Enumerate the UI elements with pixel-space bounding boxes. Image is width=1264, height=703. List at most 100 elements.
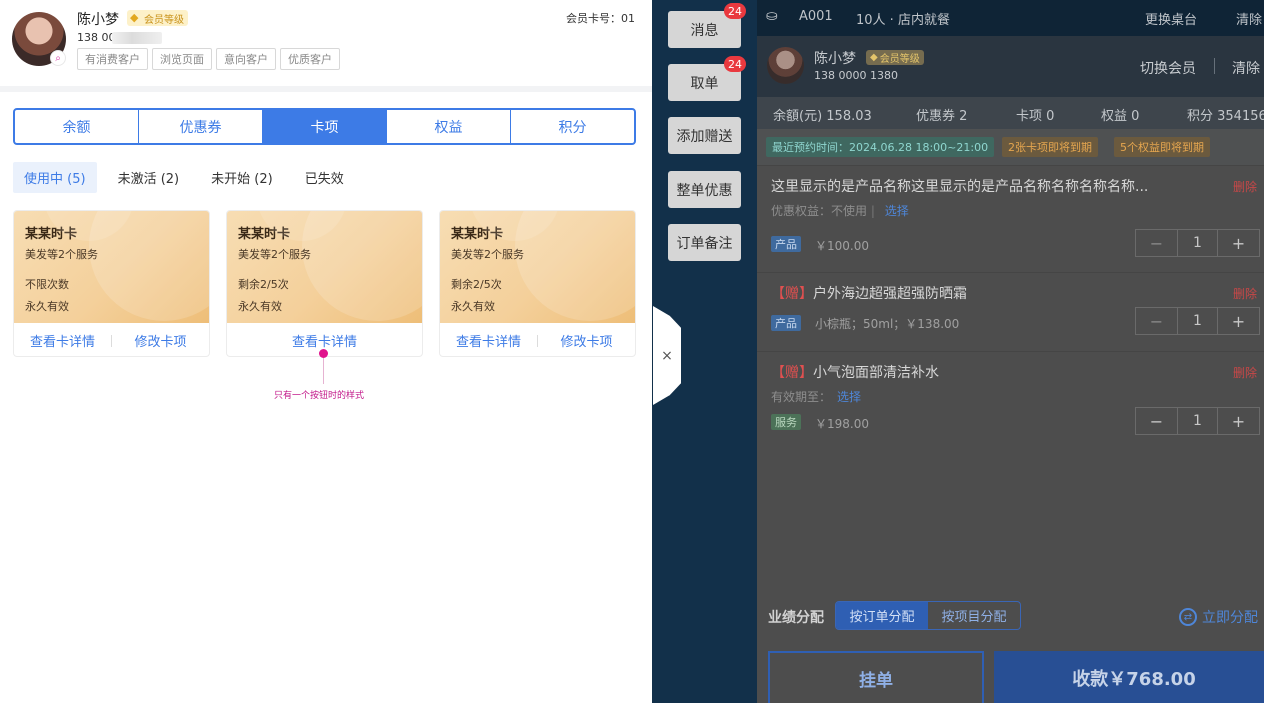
stat-coupons[interactable]: 优惠券 2 <box>916 105 967 124</box>
card-validity: 永久有效 <box>25 300 69 313</box>
member-header: ⌕ 陈小梦 ◆ 会员等级 138 00 有消费客户 浏览页面 意向客户 优质客户… <box>0 0 652 88</box>
tab-not-started[interactable]: 未开始 (2) <box>200 162 284 193</box>
quantity-stepper: − 1 + <box>1135 307 1260 335</box>
view-card-detail-button[interactable]: 查看卡详情 <box>14 331 111 350</box>
decrease-quantity-button[interactable]: − <box>1136 308 1177 334</box>
segment-coupons[interactable]: 优惠券 <box>139 110 263 143</box>
order-discount-button[interactable]: 整单优惠 <box>668 171 741 208</box>
card-remaining: 剩余2/5次 <box>238 278 289 291</box>
tab-in-use[interactable]: 使用中 (5) <box>13 162 97 193</box>
edit-card-button[interactable]: 修改卡项 <box>538 331 635 350</box>
decrease-quantity-button[interactable]: − <box>1136 408 1177 434</box>
cards-expiring-notice[interactable]: 2张卡项即将到期 <box>1002 137 1098 157</box>
stat-cards[interactable]: 卡项 0 <box>1016 105 1054 124</box>
assign-now-button[interactable]: ⇄ 立即分配 <box>1179 607 1258 627</box>
item-title: 【赠】户外海边超强超强防晒霜 <box>771 283 967 303</box>
card-status-tabs: 使用中 (5) 未激活 (2) 未开始 (2) 已失效 <box>13 162 365 193</box>
card-title: 某某时卡 <box>451 227 504 242</box>
performance-label: 业绩分配 <box>768 610 824 626</box>
increase-quantity-button[interactable]: + <box>1218 408 1259 434</box>
item-validity-line: 有效期至： 选择 <box>771 388 861 405</box>
add-gift-button[interactable]: 添加赠送 <box>668 117 741 154</box>
member-level-label: 会员等级 <box>879 54 920 65</box>
member-card-face: 某某时卡 美发等2个服务 剩余2/5次 永久有效 <box>440 211 635 323</box>
delete-item-button[interactable]: 删除 <box>1233 364 1257 381</box>
segment-balance[interactable]: 余额 <box>15 110 139 143</box>
phone-mask <box>112 32 162 44</box>
retrieve-order-badge: 24 <box>724 56 746 72</box>
card-actions: 查看卡详情 修改卡项 <box>440 323 635 356</box>
order-list-empty-space <box>757 446 1264 596</box>
member-card: 某某时卡 美发等2个服务 不限次数 永久有效 查看卡详情 修改卡项 <box>13 210 210 357</box>
order-note-button[interactable]: 订单备注 <box>668 224 741 261</box>
view-card-detail-button[interactable]: 查看卡详情 <box>227 331 422 350</box>
member-card: 某某时卡 美发等2个服务 剩余2/5次 永久有效 查看卡详情 <box>226 210 423 357</box>
notice-bar: 最近预约时间：2024.06.28 18:00~21:00 2张卡项即将到期 5… <box>757 129 1264 165</box>
order-item: 【赠】户外海边超强超强防晒霜 删除 产品 小棕瓶；50ml；￥138.00 − … <box>757 272 1264 351</box>
increase-quantity-button[interactable]: + <box>1218 230 1259 256</box>
rights-expiring-notice[interactable]: 5个权益即将到期 <box>1114 137 1210 157</box>
item-name: 户外海边超强超强防晒霜 <box>813 286 967 302</box>
decrease-quantity-button[interactable]: − <box>1136 230 1177 256</box>
item-type-tag: 产品 <box>771 315 801 331</box>
select-validity-link[interactable]: 选择 <box>837 390 861 404</box>
collect-payment-button[interactable]: 收款￥768.00 <box>994 651 1264 703</box>
member-card: 某某时卡 美发等2个服务 剩余2/5次 永久有效 查看卡详情 修改卡项 <box>439 210 636 357</box>
card-actions: 查看卡详情 修改卡项 <box>14 323 209 356</box>
card-title: 某某时卡 <box>25 227 78 242</box>
edit-card-button[interactable]: 修改卡项 <box>112 331 209 350</box>
item-title: 这里显示的是产品名称这里显示的是产品名称名称名称名称... <box>771 176 1148 196</box>
item-type-tag: 产品 <box>771 236 801 252</box>
item-spec-price: 小棕瓶；50ml；￥138.00 <box>815 317 960 331</box>
allocate-by-item-option[interactable]: 按项目分配 <box>928 602 1020 629</box>
item-discount-line: 优惠权益：不使用 | 选择 <box>771 204 909 218</box>
segment-rights[interactable]: 权益 <box>387 110 511 143</box>
order-item: 这里显示的是产品名称这里显示的是产品名称名称名称名称... 删除 优惠权益：不使… <box>757 165 1264 267</box>
card-remaining: 不限次数 <box>25 278 69 291</box>
retrieve-order-button[interactable]: 取单 24 <box>668 56 746 101</box>
clear-table-button[interactable]: 清除 <box>1236 9 1262 28</box>
delete-item-button[interactable]: 删除 <box>1233 178 1257 195</box>
allocate-by-order-option[interactable]: 按订单分配 <box>836 602 928 629</box>
quantity-value[interactable]: 1 <box>1177 408 1218 434</box>
view-card-detail-button[interactable]: 查看卡详情 <box>440 331 537 350</box>
hang-order-button[interactable]: 挂单 <box>768 651 984 703</box>
select-discount-link[interactable]: 选择 <box>885 204 909 218</box>
tab-not-activated[interactable]: 未激活 (2) <box>107 162 191 193</box>
switch-member-button[interactable]: 切换会员 <box>1140 58 1196 78</box>
increase-quantity-button[interactable]: + <box>1218 308 1259 334</box>
member-name: 陈小梦 <box>814 51 856 67</box>
segment-cards[interactable]: 卡项 <box>263 110 387 143</box>
member-card-face: 某某时卡 美发等2个服务 不限次数 永久有效 <box>14 211 209 323</box>
stat-rights[interactable]: 权益 0 <box>1101 105 1139 124</box>
quantity-value[interactable]: 1 <box>1177 308 1218 334</box>
card-validity: 永久有效 <box>238 300 282 313</box>
item-type-tag: 服务 <box>771 414 801 430</box>
asset-segment-control: 余额 优惠券 卡项 权益 积分 <box>13 108 636 145</box>
change-table-button[interactable]: 更换桌台 <box>1145 9 1197 28</box>
search-icon[interactable]: ⌕ <box>50 50 66 66</box>
performance-allocation: 业绩分配 按订单分配 按项目分配 ⇄ 立即分配 <box>757 596 1264 636</box>
item-validity-label: 有效期至： <box>771 390 832 404</box>
item-price: ￥100.00 <box>815 239 869 253</box>
member-level-label: 会员等级 <box>144 14 184 26</box>
card-remaining: 剩余2/5次 <box>451 278 502 291</box>
messages-button[interactable]: 消息 24 <box>668 3 746 48</box>
screen: ⌕ 陈小梦 ◆ 会员等级 138 00 有消费客户 浏览页面 意向客户 优质客户… <box>0 0 1264 703</box>
quantity-value[interactable]: 1 <box>1177 230 1218 256</box>
item-name: 小气泡面部清洁补水 <box>813 365 939 381</box>
messages-label: 消息 <box>690 22 719 39</box>
stat-balance[interactable]: 余額(元) 158.03 <box>773 105 872 124</box>
clear-member-button[interactable]: 清除 <box>1232 58 1260 78</box>
close-icon: × <box>661 347 673 364</box>
member-name: 陈小梦 <box>77 12 119 28</box>
stat-points[interactable]: 积分 354156 <box>1187 105 1264 124</box>
checkout-bar: 挂单 收款￥768.00 <box>757 643 1264 703</box>
quantity-stepper: − 1 + <box>1135 407 1260 435</box>
delete-item-button[interactable]: 删除 <box>1233 285 1257 302</box>
card-title: 某某时卡 <box>238 227 291 242</box>
dining-bell-icon: ⛀ <box>766 8 778 24</box>
annotation-note: 只有一个按钮时的样式 <box>274 391 365 401</box>
tab-expired[interactable]: 已失效 <box>294 162 355 193</box>
segment-points[interactable]: 积分 <box>511 110 634 143</box>
